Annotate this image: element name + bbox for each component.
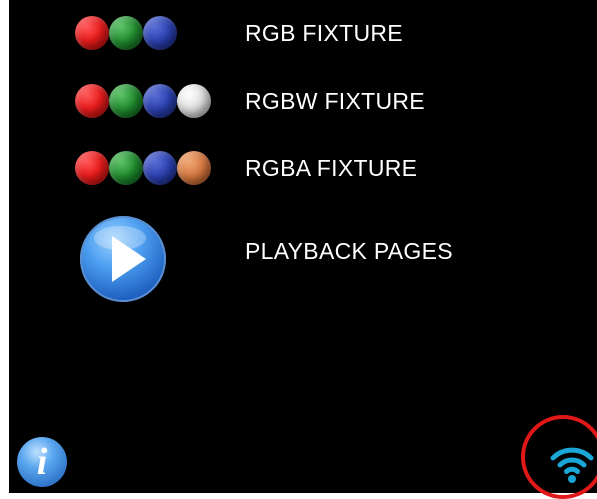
blue-dot-icon	[143, 16, 177, 50]
rgba-color-dots	[75, 151, 215, 185]
rgb-color-dots	[75, 16, 215, 50]
menu-item-rgbw-fixture[interactable]: RGBW FIXTURE	[9, 72, 569, 128]
menu-item-rgba-fixture[interactable]: RGBA FIXTURE	[9, 139, 569, 195]
red-dot-icon	[75, 84, 109, 118]
white-dot-icon	[177, 84, 211, 118]
green-dot-icon	[109, 151, 143, 185]
green-dot-icon	[109, 16, 143, 50]
info-glyph: i	[36, 441, 48, 483]
blue-dot-icon	[143, 84, 177, 118]
menu-item-rgb-fixture[interactable]: RGB FIXTURE	[9, 4, 569, 60]
red-dot-icon	[75, 16, 109, 50]
menu-item-label: RGBA FIXTURE	[245, 155, 418, 181]
amber-dot-icon	[177, 151, 211, 185]
rgbw-color-dots	[75, 84, 215, 118]
menu-item-label: PLAYBACK PAGES	[245, 238, 453, 264]
play-icon[interactable]	[80, 216, 166, 302]
green-dot-icon	[109, 84, 143, 118]
fixture-menu-screen: RGB FIXTURE RGBW FIXTURE RGBA FIXTURE PL…	[9, 0, 597, 493]
blue-dot-icon	[143, 151, 177, 185]
red-dot-icon	[75, 151, 109, 185]
info-icon[interactable]: i	[17, 437, 67, 487]
menu-item-playback-pages[interactable]: PLAYBACK PAGES	[9, 205, 569, 302]
wifi-icon[interactable]	[547, 436, 597, 486]
menu-item-label: RGBW FIXTURE	[245, 88, 425, 114]
menu-item-label: RGB FIXTURE	[245, 20, 403, 46]
